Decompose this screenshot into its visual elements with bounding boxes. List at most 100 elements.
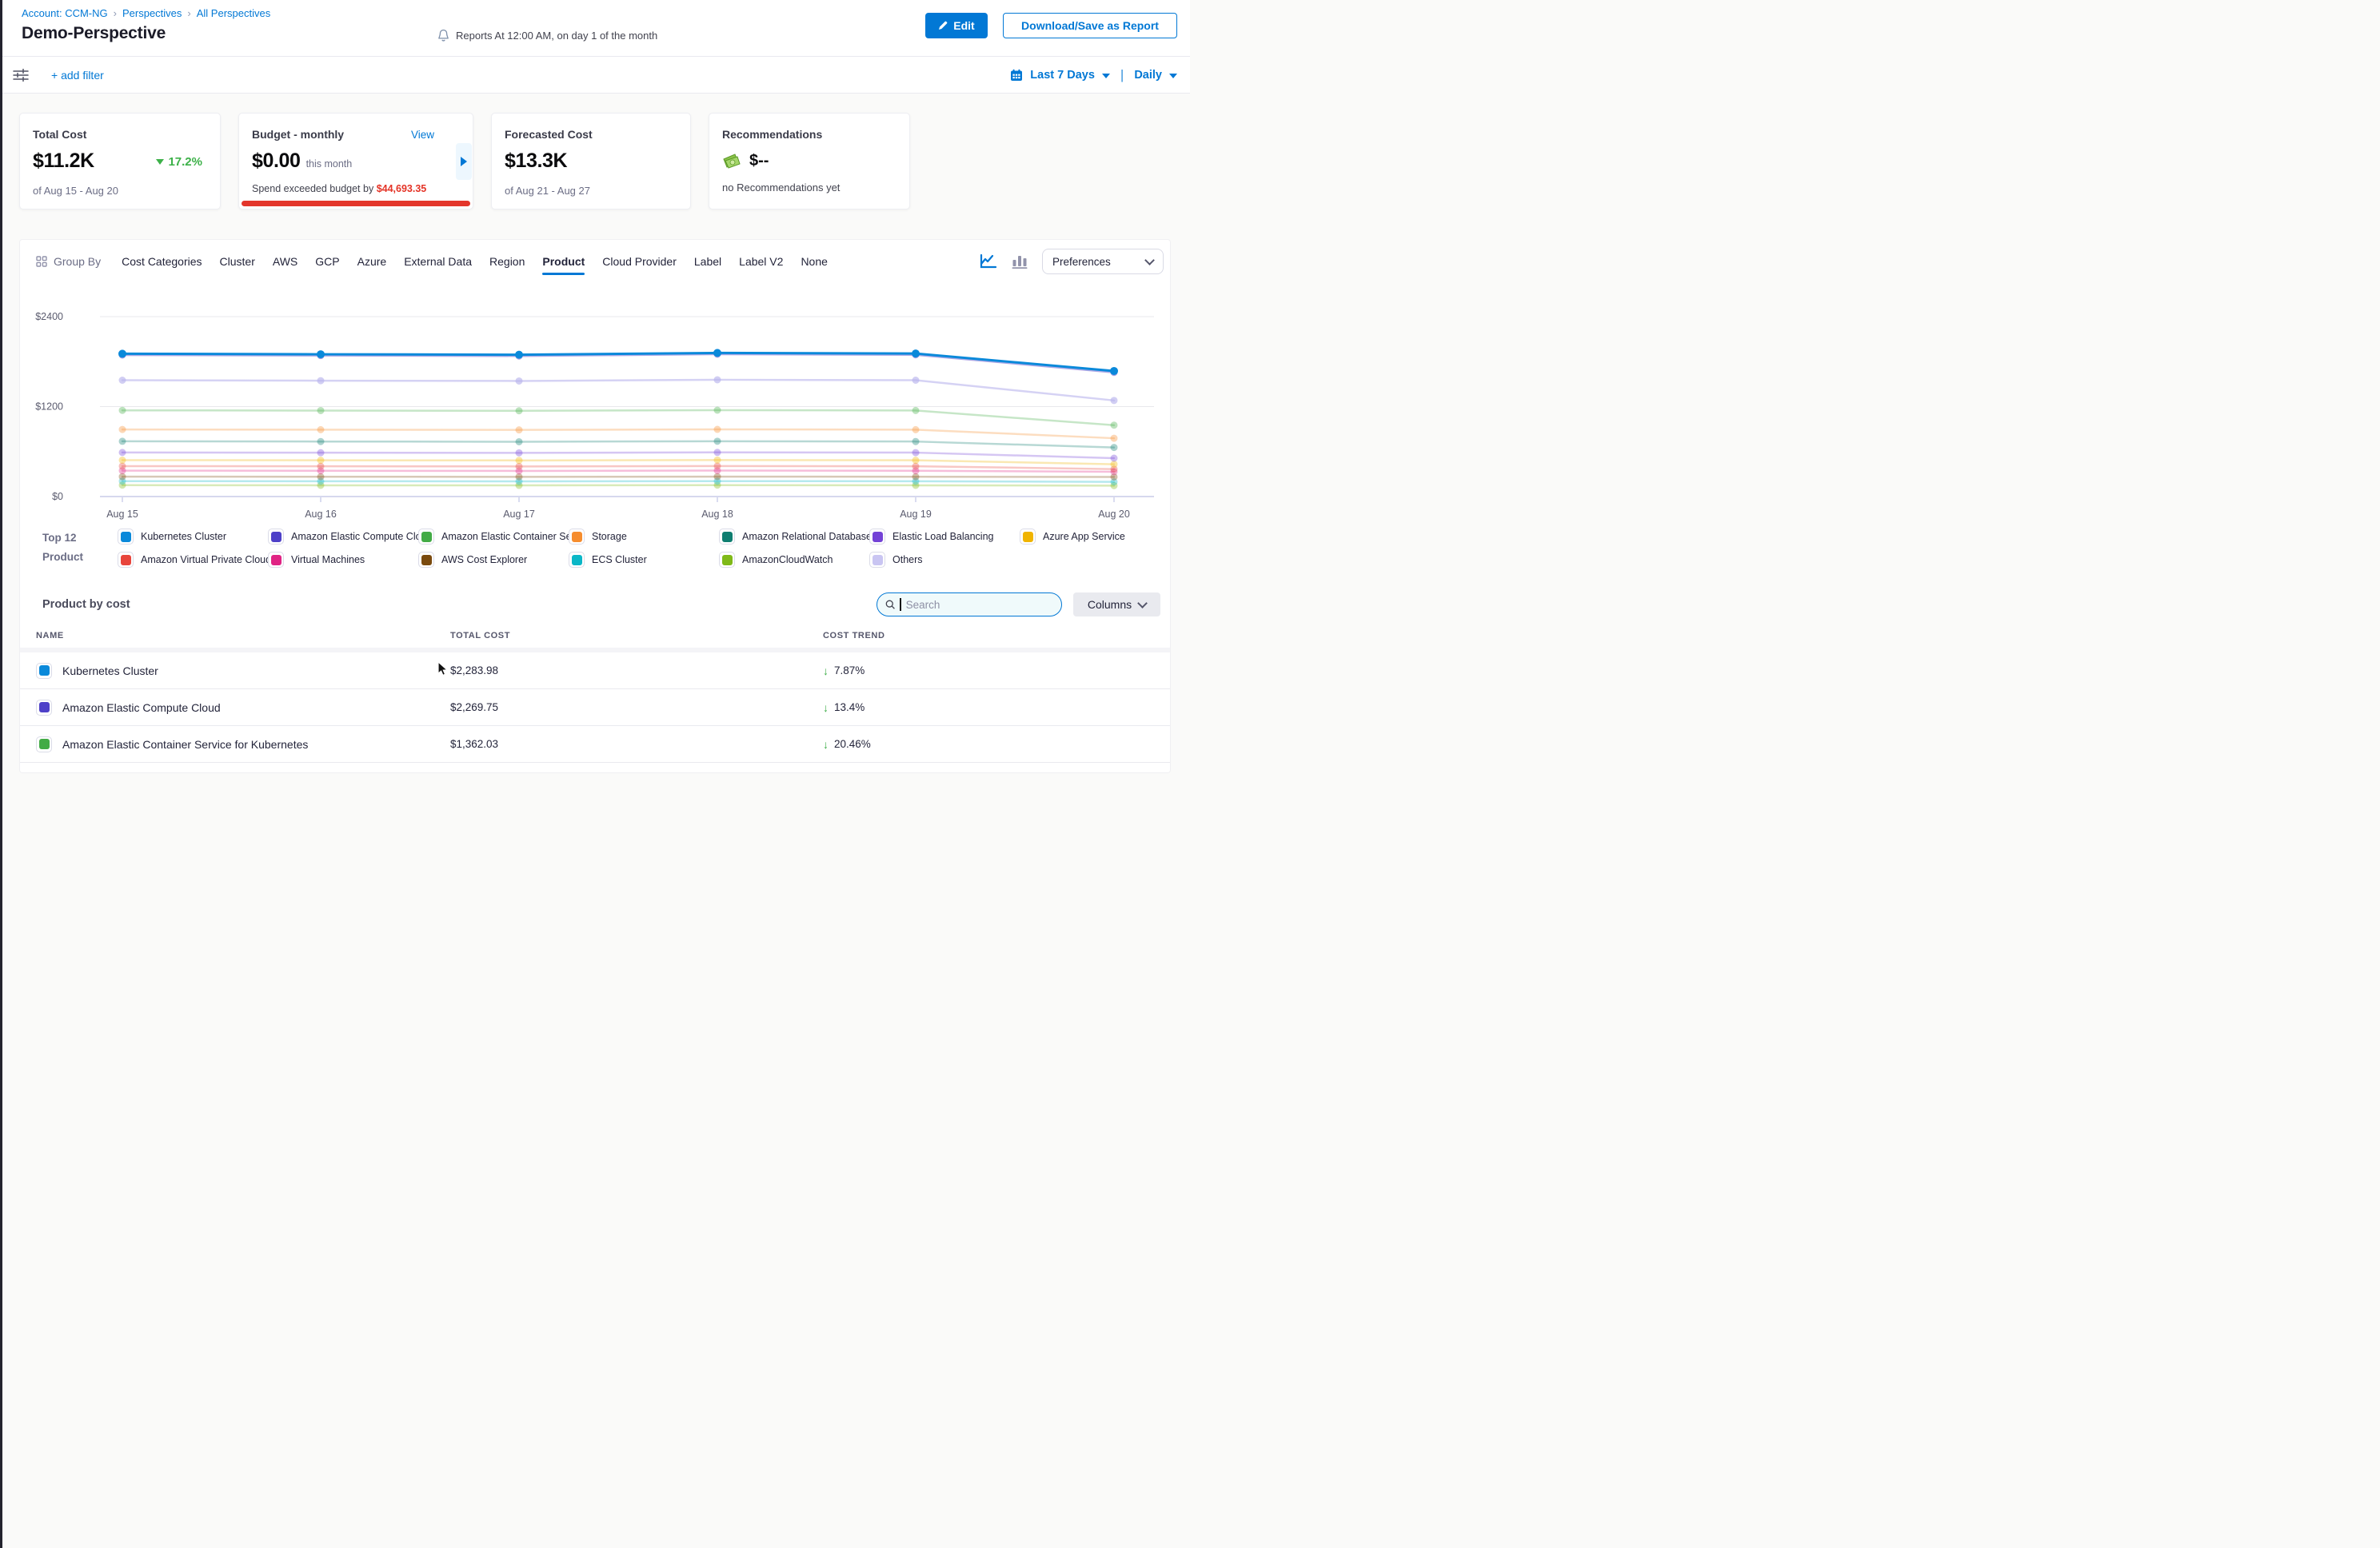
granularity-selector[interactable]: Daily <box>1134 69 1162 82</box>
legend-label: Storage <box>592 531 627 542</box>
legend-label: Amazon Elastic Container Se... <box>441 531 569 542</box>
tab-cost-categories[interactable]: Cost Categories <box>122 255 202 268</box>
reports-schedule: Reports At 12:00 AM, on day 1 of the mon… <box>437 29 657 42</box>
card-title: Recommendations <box>722 128 896 141</box>
perspective-panel: Group By Cost Categories Cluster AWS GCP Azu… <box>19 239 1171 773</box>
chevron-down-icon[interactable] <box>1102 74 1110 78</box>
svg-text:Aug 15: Aug 15 <box>106 509 138 520</box>
columns-dropdown[interactable]: Columns <box>1073 592 1160 616</box>
bar-chart-icon[interactable] <box>1012 253 1028 269</box>
tab-label-v2[interactable]: Label V2 <box>739 255 783 268</box>
breadcrumb-perspectives[interactable]: Perspectives <box>122 7 182 19</box>
tab-azure[interactable]: Azure <box>357 255 387 268</box>
search-input[interactable] <box>906 599 1053 611</box>
chevron-down-icon <box>1137 598 1148 608</box>
row-total-cost: $2,269.75 <box>450 701 498 713</box>
download-save-report-button[interactable]: Download/Save as Report <box>1003 13 1177 38</box>
row-cost-trend: 7.87% <box>834 664 865 676</box>
trend-down-arrow-icon: ↓ <box>823 738 829 751</box>
tab-product[interactable]: Product <box>542 255 585 268</box>
row-cost-trend: 20.46% <box>834 738 871 750</box>
legend-swatch <box>719 552 735 568</box>
line-chart-icon[interactable] <box>980 253 997 269</box>
tab-cluster[interactable]: Cluster <box>220 255 255 268</box>
search-icon <box>885 599 895 610</box>
filter-sliders-icon[interactable] <box>13 68 29 82</box>
legend-swatch <box>268 552 284 568</box>
total-cost-period: of Aug 15 - Aug 20 <box>33 185 207 197</box>
date-range-selector[interactable]: Last 7 Days <box>1030 69 1095 82</box>
chart-legend: Top 12 Product Kubernetes ClusterAmazon … <box>20 529 1170 568</box>
page-title: Demo-Perspective <box>22 24 166 43</box>
tab-region[interactable]: Region <box>489 255 525 268</box>
legend-item[interactable]: AmazonCloudWatch <box>719 552 869 568</box>
row-name: Kubernetes Cluster <box>62 664 158 677</box>
legend-item[interactable]: ECS Cluster <box>569 552 719 568</box>
breadcrumb: Account: CCM-NG › Perspectives › All Per… <box>22 7 270 19</box>
total-cost-value: $11.2K <box>33 151 94 171</box>
legend-item[interactable]: Elastic Load Balancing <box>869 529 1020 545</box>
breadcrumb-separator: › <box>187 7 190 19</box>
row-total-cost: $1,362.03 <box>450 738 498 750</box>
breadcrumb-account[interactable]: Account: CCM-NG <box>22 7 108 19</box>
preferences-dropdown[interactable]: Preferences <box>1042 249 1164 274</box>
legend-item[interactable]: AWS Cost Explorer <box>418 552 569 568</box>
separator: | <box>1120 67 1124 83</box>
legend-label: Others <box>892 554 923 565</box>
tab-label[interactable]: Label <box>694 255 721 268</box>
chevron-down-icon[interactable] <box>1169 74 1177 78</box>
legend-item[interactable]: Storage <box>569 529 719 545</box>
group-by-label: Group By <box>36 255 101 268</box>
legend-item[interactable]: Amazon Elastic Compute Clo... <box>268 529 418 545</box>
column-header-total-cost[interactable]: TOTAL COST <box>450 631 823 640</box>
legend-item[interactable]: Kubernetes Cluster <box>118 529 268 545</box>
legend-item[interactable]: Azure App Service <box>1020 529 1170 545</box>
tab-cloud-provider[interactable]: Cloud Provider <box>602 255 677 268</box>
row-total-cost: $2,283.98 <box>450 664 498 676</box>
legend-label: AWS Cost Explorer <box>441 554 527 565</box>
page-header: Account: CCM-NG › Perspectives › All Per… <box>0 0 1190 56</box>
carousel-next-button[interactable] <box>456 143 472 180</box>
legend-swatch <box>418 529 434 545</box>
table-row[interactable]: Amazon Elastic Container Service for Kub… <box>20 726 1170 763</box>
legend-swatch <box>869 529 885 545</box>
add-filter-button[interactable]: + add filter <box>51 69 104 82</box>
trend-down-icon <box>156 159 164 165</box>
edit-button[interactable]: Edit <box>925 13 988 38</box>
budget-overrun-bar <box>242 201 470 206</box>
table-row[interactable]: Kubernetes Cluster$2,283.98↓7.87% <box>20 652 1170 689</box>
svg-text:$0: $0 <box>52 491 63 502</box>
cost-chart[interactable]: $0$1200$2400Aug 15Aug 16Aug 17Aug 18Aug … <box>20 280 1171 525</box>
budget-card: Budget - monthly View $0.00 this month S… <box>238 113 473 209</box>
chevron-down-icon <box>1144 255 1155 265</box>
legend-item[interactable]: Others <box>869 552 1020 568</box>
card-title: Budget - monthly <box>252 128 344 141</box>
row-color-swatch <box>36 736 52 752</box>
legend-label: AmazonCloudWatch <box>742 554 833 565</box>
budget-view-link[interactable]: View <box>411 129 434 141</box>
legend-label: Amazon Virtual Private Cloud <box>141 554 268 565</box>
tab-gcp[interactable]: GCP <box>315 255 339 268</box>
legend-item[interactable]: Virtual Machines <box>268 552 418 568</box>
mouse-cursor <box>437 661 449 676</box>
table-body: Kubernetes Cluster $2,283.98 ↓ 7.87% Amazon … <box>20 652 1170 763</box>
tab-external-data[interactable]: External Data <box>404 255 472 268</box>
budget-value: $0.00 <box>252 151 301 171</box>
legend-item[interactable]: Amazon Virtual Private Cloud <box>118 552 268 568</box>
legend-item[interactable]: Amazon Elastic Container Se... <box>418 529 569 545</box>
legend-swatch <box>268 529 284 545</box>
group-by-tabs: Cost Categories Cluster AWS GCP Azure Externa… <box>122 255 828 268</box>
column-header-name[interactable]: NAME <box>36 631 450 640</box>
breadcrumb-all-perspectives[interactable]: All Perspectives <box>197 7 270 19</box>
svg-text:$2400: $2400 <box>35 311 63 322</box>
column-header-cost-trend[interactable]: COST TREND <box>823 631 1170 640</box>
row-name: Amazon Elastic Compute Cloud <box>62 701 221 714</box>
breadcrumb-separator: › <box>114 7 117 19</box>
tab-aws[interactable]: AWS <box>273 255 298 268</box>
legend-item[interactable]: Amazon Relational Database ... <box>719 529 869 545</box>
table-section-header: Product by cost Columns <box>20 590 1170 619</box>
table-row[interactable]: Amazon Elastic Compute Cloud$2,269.75↓13… <box>20 689 1170 726</box>
tab-none[interactable]: None <box>801 255 827 268</box>
legend-label: Elastic Load Balancing <box>892 531 993 542</box>
legend-swatch <box>118 552 134 568</box>
